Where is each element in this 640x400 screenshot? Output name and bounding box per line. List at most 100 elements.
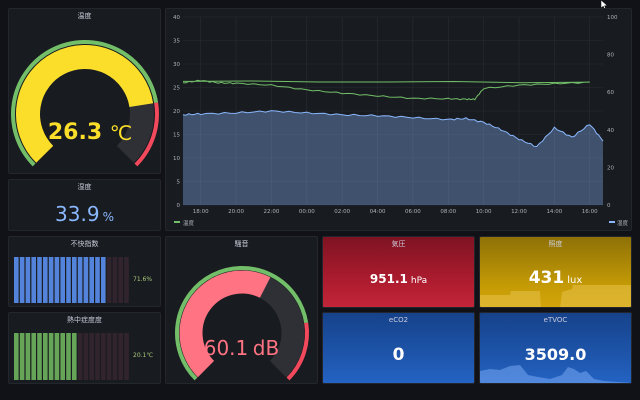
legend-temperature-swatch: [174, 221, 180, 223]
gauge-bar-segment: [72, 333, 77, 380]
discomfort-panel[interactable]: 不快指数 71.6%: [8, 236, 161, 307]
gauge-bar-segment: [66, 257, 71, 303]
humidity-value-group: 33.9%: [9, 202, 160, 226]
y-right-tick-label: 0: [607, 203, 611, 209]
x-tick-label: 16:00: [582, 209, 598, 215]
temperature-unit: ℃: [110, 121, 132, 145]
gauge-bar-segment: [37, 257, 42, 303]
legend-temperature-label: 温度: [183, 219, 195, 227]
y-left-tick-label: 35: [173, 39, 180, 45]
y-left-tick-label: 0: [177, 203, 181, 209]
pressure-panel[interactable]: 気圧 951.1 hPa: [322, 236, 475, 308]
timeseries-panel[interactable]: 0 5 10 15 20 25 30 35 40 0 20 40 60 80 100 18:00 20:00 22…: [165, 8, 632, 231]
gauge-bar-segment: [72, 257, 77, 303]
y-left-tick-label: 25: [173, 86, 180, 92]
gauge-bar-segment: [106, 333, 112, 380]
humidity-panel[interactable]: 湿度 33.9%: [8, 179, 161, 231]
y-left-tick-label: 10: [173, 156, 180, 162]
heatstroke-value: 20.1℃: [133, 352, 154, 359]
pressure-title: 気圧: [391, 240, 406, 248]
gauge-bar-segment: [31, 257, 36, 303]
gauge-bar-segment: [54, 257, 60, 303]
x-tick-label: 20:00: [228, 209, 244, 215]
illuminance-title: 照度: [548, 240, 563, 248]
x-tick-label: 00:00: [299, 209, 315, 215]
gauge-bar-segment: [112, 257, 118, 303]
humidity-unit: %: [102, 210, 114, 224]
illuminance-value: 431: [528, 268, 565, 288]
pressure-unit: hPa: [410, 276, 428, 286]
y-left-tick-label: 5: [177, 180, 181, 186]
gauge-bar-segment: [37, 333, 42, 380]
eco2-panel[interactable]: eCO2 0: [322, 312, 475, 384]
humidity-series-area: [183, 110, 603, 205]
y-right-tick-label: 60: [607, 90, 614, 96]
gauge-bar-segment: [48, 333, 54, 380]
gauge-bar-segment: [89, 333, 94, 380]
y-left-tick-label: 15: [173, 133, 180, 139]
legend-humidity-label: 湿度: [617, 219, 629, 227]
etvoc-title: eTVOC: [543, 316, 568, 324]
pressure-value: 951.1: [369, 272, 408, 286]
legend-humidity[interactable]: 湿度: [609, 219, 629, 227]
gauge-bar-segment: [124, 257, 129, 303]
y-right-tick-label: 40: [607, 128, 614, 134]
gauge-bar-segment: [124, 333, 129, 380]
gauge-bar-segment: [106, 257, 112, 303]
x-tick-label: 18:00: [193, 209, 209, 215]
gauge-bar-segment: [60, 257, 65, 303]
pressure-value-group: 951.1 hPa: [323, 272, 474, 286]
humidity-title: 湿度: [77, 183, 92, 191]
temperature-panel[interactable]: 温度 26.3 ℃: [8, 8, 161, 174]
x-tick-label: 10:00: [476, 209, 492, 215]
temperature-series-line: [182, 79, 590, 101]
x-tick-label: 06:00: [405, 209, 421, 215]
temperature-value: 26.3: [48, 120, 102, 145]
gauge-bar-segment: [101, 257, 106, 303]
gauge-bar-segment: [48, 257, 54, 303]
etvoc-panel[interactable]: eTVOC 3509.0: [479, 312, 632, 384]
gauge-bar-segment: [25, 333, 31, 380]
x-tick-label: 02:00: [334, 209, 350, 215]
gauge-bar-segment: [118, 333, 123, 380]
gauge-bar-segment: [89, 257, 94, 303]
gauge-bar-segment: [43, 257, 48, 303]
discomfort-value: 71.6%: [133, 276, 153, 283]
gauge-bar-segment: [14, 333, 19, 380]
gauge-bar-segment: [19, 257, 25, 303]
heatstroke-panel[interactable]: 熱中症度度 20.1℃: [8, 312, 161, 384]
y-right-tick-label: 100: [607, 15, 618, 21]
illuminance-panel[interactable]: 照度 431 lux: [479, 236, 632, 308]
gauge-bar-segment: [19, 333, 25, 380]
y-left-tick-label: 40: [173, 15, 180, 21]
x-tick-label: 22:00: [263, 209, 279, 215]
noise-gauge: 60.1 dB: [175, 266, 309, 381]
x-tick-label: 08:00: [440, 209, 456, 215]
timeseries-chart: 0 5 10 15 20 25 30 35 40 0 20 40 60 80 100 18:00 20:00 22…: [173, 15, 629, 227]
legend-temperature[interactable]: 温度: [174, 219, 195, 227]
gauge-bar-segment: [25, 257, 31, 303]
x-tick-label: 04:00: [370, 209, 386, 215]
noise-unit: dB: [253, 336, 279, 360]
gauge-bar-segment: [66, 333, 71, 380]
y-left-tick-label: 30: [173, 62, 180, 68]
gauge-bar-segment: [54, 333, 60, 380]
y-right-tick-label: 80: [607, 53, 614, 59]
y-left-tick-label: 20: [173, 109, 180, 115]
gauge-bar-segment: [31, 333, 36, 380]
x-tick-label: 12:00: [511, 209, 527, 215]
gauge-bar-segment: [60, 333, 65, 380]
noise-panel[interactable]: 騒音 60.1 dB: [165, 236, 318, 384]
illuminance-unit: lux: [567, 275, 583, 286]
gauge-bar-segment: [95, 257, 100, 303]
illuminance-value-group: 431 lux: [480, 268, 631, 288]
gauge-bar-segment: [101, 333, 106, 380]
gauge-bar-segment: [112, 333, 118, 380]
legend-humidity-swatch: [609, 221, 615, 223]
gauge-bar-segment: [77, 333, 83, 380]
noise-value: 60.1: [204, 336, 249, 360]
gauge-bar-segment: [95, 333, 100, 380]
eco2-value: 0: [392, 345, 405, 365]
humidity-value: 33.9: [55, 202, 100, 226]
x-tick-label: 14:00: [546, 209, 562, 215]
